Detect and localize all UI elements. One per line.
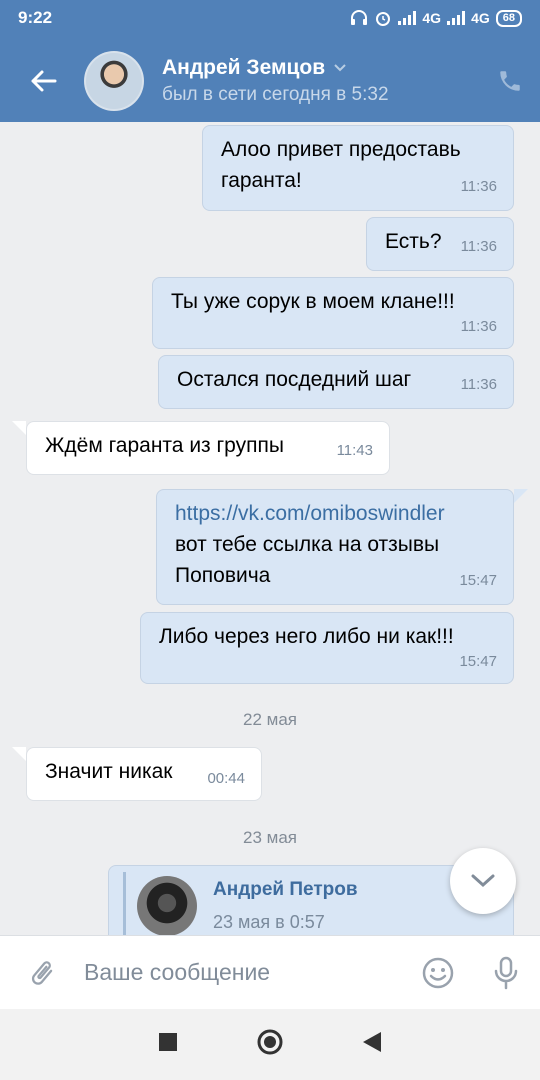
message-outgoing[interactable]: https://vk.com/omiboswindler вот тебе сс…	[156, 489, 514, 605]
chevron-down-icon	[471, 874, 495, 888]
message-incoming[interactable]: Ждём гаранта из группы 11:43	[26, 421, 390, 475]
microphone-icon	[494, 956, 518, 989]
message-composer: Ваше сообщение	[0, 935, 540, 1009]
bubble-tail	[12, 747, 26, 761]
date-separator: 22 мая	[243, 710, 297, 729]
message-time: 11:36	[460, 178, 497, 195]
back-button[interactable]	[0, 40, 86, 122]
bubble-tail	[514, 489, 528, 503]
bubble-tail	[12, 421, 26, 435]
back-nav-button[interactable]	[363, 1032, 381, 1057]
headphones-icon	[351, 10, 368, 25]
recents-button[interactable]	[159, 1033, 177, 1056]
message-time: 15:47	[459, 653, 497, 670]
arrow-left-icon	[31, 70, 57, 92]
triangle-back-icon	[363, 1032, 381, 1052]
call-button[interactable]	[480, 40, 540, 122]
message-outgoing[interactable]: Либо через него либо ни как!!! 15:47	[140, 612, 514, 684]
forward-avatar[interactable]	[137, 876, 197, 935]
status-time: 9:22	[18, 8, 53, 27]
network-type-2: 4G	[471, 10, 490, 26]
message-incoming[interactable]: Значит никак 00:44	[26, 747, 262, 801]
top-bar: 9:22 4G 4G 68 Андрей Земцов был в сети с…	[0, 0, 540, 122]
contact-info[interactable]: Андрей Земцов был в сети сегодня в 5:32	[162, 56, 480, 106]
forward-time: 23 мая в 0:57	[213, 912, 325, 932]
attach-button[interactable]	[0, 936, 84, 1010]
system-nav-bar	[0, 1009, 540, 1080]
smile-icon	[422, 957, 454, 988]
message-time: 11:36	[460, 376, 497, 393]
square-icon	[159, 1033, 177, 1051]
message-outgoing[interactable]: Ты уже сорук в моем клане!!! 11:36	[152, 277, 514, 349]
profile-link[interactable]: https://vk.com/omiboswindler	[175, 498, 495, 529]
voice-button[interactable]	[472, 936, 540, 1010]
forward-bar	[123, 872, 126, 935]
chevron-down-icon	[334, 64, 346, 72]
last-seen: был в сети сегодня в 5:32	[162, 84, 389, 105]
circle-icon	[257, 1029, 283, 1055]
signal-icon-2	[447, 11, 466, 25]
message-list[interactable]: Алоо привет предоставь гаранта! 11:36 Ес…	[0, 122, 540, 935]
message-input[interactable]: Ваше сообщение	[84, 959, 404, 986]
message-outgoing[interactable]: Алоо привет предоставь гаранта! 11:36	[202, 125, 514, 211]
phone-icon	[500, 71, 520, 91]
message-time: 11:36	[460, 238, 497, 255]
home-button[interactable]	[257, 1029, 283, 1060]
message-time: 11:43	[336, 442, 373, 459]
message-time: 15:47	[459, 572, 497, 589]
scroll-down-button[interactable]	[450, 848, 516, 914]
status-bar: 9:22 4G 4G 68	[0, 0, 540, 36]
alarm-icon	[376, 12, 391, 26]
paperclip-icon	[31, 960, 53, 985]
forward-author[interactable]: Андрей Петров	[213, 879, 358, 901]
message-outgoing[interactable]: Есть? 11:36	[366, 217, 514, 271]
contact-avatar[interactable]	[84, 51, 144, 111]
message-outgoing[interactable]: Остался посдедний шаг 11:36	[158, 355, 514, 409]
date-separator: 23 мая	[243, 828, 297, 847]
network-type-1: 4G	[422, 10, 442, 26]
emoji-button[interactable]	[404, 936, 472, 1010]
message-time: 11:36	[460, 318, 497, 335]
battery-level: 68	[495, 9, 522, 27]
contact-name: Андрей Земцов	[162, 56, 326, 79]
message-time: 00:44	[207, 770, 245, 787]
signal-icon	[398, 11, 417, 25]
status-icons: 4G 4G 68	[350, 9, 522, 27]
chat-header: Андрей Земцов был в сети сегодня в 5:32	[0, 40, 540, 122]
